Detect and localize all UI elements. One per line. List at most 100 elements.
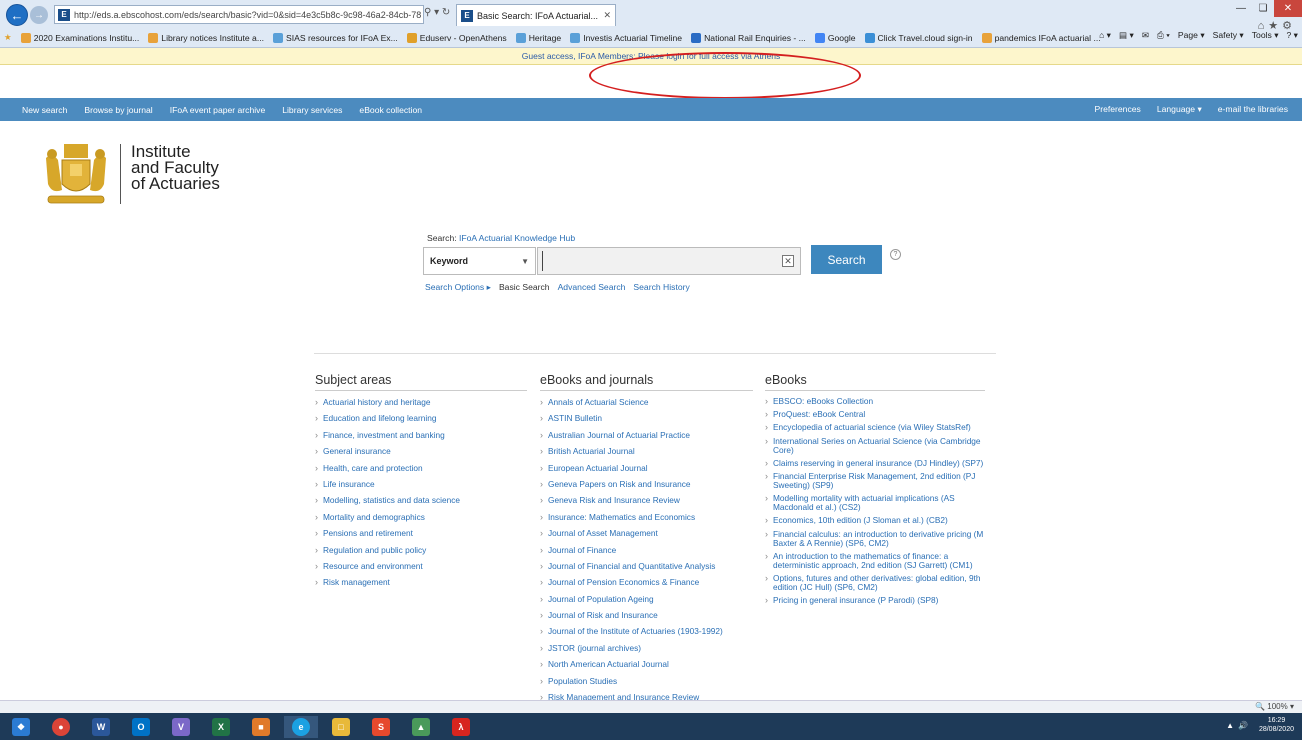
feeds-icon[interactable]: ▤ ▾ [1119,30,1134,41]
list-item[interactable]: Journal of Risk and Insurance [540,610,753,620]
search-history-link[interactable]: Search History [633,282,689,293]
help-menu-icon[interactable]: ? ▾ [1287,30,1298,41]
list-item[interactable]: International Series on Actuarial Scienc… [765,436,985,455]
taskbar-acrobat[interactable]: λ [444,716,478,738]
list-item[interactable]: Regulation and public policy [315,545,527,555]
list-item[interactable]: ProQuest: eBook Central [765,410,985,420]
forward-button[interactable]: → [30,6,48,24]
back-button[interactable]: ← [6,4,28,26]
favorite-link[interactable]: 2020 Examinations Institu... [20,32,139,43]
ifoa-logo[interactable]: Institute and Faculty of Actuaries [40,138,240,210]
favorites-star-icon[interactable]: ★ [4,32,12,43]
command-menu[interactable]: Page ▾ [1178,30,1205,41]
nav-email-libraries[interactable]: e-mail the libraries [1218,104,1288,115]
mail-icon[interactable]: ✉ [1142,30,1149,41]
taskbar-excel[interactable]: X [204,716,238,738]
favorite-link[interactable]: SIAS resources for IFoA Ex... [273,32,398,43]
list-item[interactable]: British Actuarial Journal [540,446,753,456]
list-item[interactable]: Population Studies [540,676,753,686]
favorite-link[interactable]: Google [814,32,856,43]
favorite-link[interactable]: Investis Actuarial Timeline [570,32,682,43]
taskbar-word[interactable]: W [84,716,118,738]
search-button[interactable]: Search [811,245,882,274]
list-item[interactable]: Journal of Asset Management [540,528,753,538]
address-bar[interactable]: E http://eds.a.ebscohost.com/eds/search/… [54,5,424,24]
nav-event-paper-archive[interactable]: IFoA event paper archive [170,105,266,115]
favorite-link[interactable]: Eduserv - OpenAthens [406,32,507,43]
list-item[interactable]: Health, care and protection [315,463,527,473]
list-item[interactable]: Journal of Finance [540,545,753,555]
print-icon[interactable]: ⎙ ▾ [1157,30,1170,41]
zoom-level[interactable]: 🔍 100% ▾ [1255,702,1294,711]
taskbar-outlook[interactable]: O [124,716,158,738]
restore-button[interactable]: ❏ [1252,0,1274,17]
list-item[interactable]: Financial Enterprise Risk Management, 2n… [765,471,985,490]
list-item[interactable]: Journal of Population Ageing [540,594,753,604]
list-item[interactable]: Australian Journal of Actuarial Practice [540,430,753,440]
list-item[interactable]: Actuarial history and heritage [315,397,527,407]
list-item[interactable]: Geneva Risk and Insurance Review [540,495,753,505]
nav-ebook-collection[interactable]: eBook collection [359,105,422,115]
list-item[interactable]: Claims reserving in general insurance (D… [765,458,985,468]
help-icon[interactable]: ? [890,249,901,260]
list-item[interactable]: Journal of the Institute of Actuaries (1… [540,626,753,636]
taskbar-file-explorer[interactable]: □ [324,716,358,738]
list-item[interactable]: Education and lifelong learning [315,413,527,423]
browser-tab[interactable]: E Basic Search: IFoA Actuarial... ✕ [456,4,616,26]
nav-library-services[interactable]: Library services [282,105,342,115]
taskbar-clock[interactable]: 16:29 28/08/2020 [1259,716,1294,734]
list-item[interactable]: Insurance: Mathematics and Economics [540,512,753,522]
list-item[interactable]: Financial calculus: an introduction to d… [765,529,985,548]
search-input[interactable] [542,251,772,271]
list-item[interactable]: European Actuarial Journal [540,463,753,473]
tab-close-icon[interactable]: ✕ [603,10,611,21]
search-field-select[interactable]: Keyword ▼ [423,247,536,275]
list-item[interactable]: Economics, 10th edition (J Sloman et al.… [765,516,985,526]
list-item[interactable]: Journal of Pension Economics & Finance [540,577,753,587]
command-menu[interactable]: Safety ▾ [1213,30,1244,41]
favorite-link[interactable]: pandemics IFoA actuarial ... [981,32,1101,43]
start-button[interactable]: ❖ [4,716,38,738]
home-icon[interactable]: ⌂ ▾ [1099,30,1111,41]
system-tray-icons[interactable]: ▲🔊 [1226,721,1252,730]
list-item[interactable]: Options, futures and other derivatives: … [765,573,985,592]
list-item[interactable]: JSTOR (journal archives) [540,643,753,653]
favorite-link[interactable]: Click Travel.cloud sign-in [864,32,973,43]
nav-browse-by-journal[interactable]: Browse by journal [84,105,152,115]
list-item[interactable]: Journal of Financial and Quantitative An… [540,561,753,571]
list-item[interactable]: ASTIN Bulletin [540,413,753,423]
minimize-button[interactable]: — [1230,0,1252,17]
list-item[interactable]: Pricing in general insurance (P Parodi) … [765,596,985,606]
basic-search-link[interactable]: Basic Search [499,282,550,293]
search-refresh-icons[interactable]: ⚲ ▾ ↻ [424,7,450,18]
list-item[interactable]: Life insurance [315,479,527,489]
advanced-search-link[interactable]: Advanced Search [558,282,626,293]
nav-preferences[interactable]: Preferences [1095,104,1141,115]
list-item[interactable]: Resource and environment [315,561,527,571]
list-item[interactable]: Annals of Actuarial Science [540,397,753,407]
favorite-link[interactable]: Library notices Institute a... [148,32,264,43]
favorite-link[interactable]: National Rail Enquiries - ... [691,32,806,43]
list-item[interactable]: Modelling, statistics and data science [315,495,527,505]
list-item[interactable]: Pensions and retirement [315,528,527,538]
list-item[interactable]: Mortality and demographics [315,512,527,522]
taskbar-visio[interactable]: V [164,716,198,738]
search-options-link[interactable]: Search Options ▸ [425,282,491,293]
taskbar-ie[interactable]: e [284,716,318,738]
list-item[interactable]: North American Actuarial Journal [540,659,753,669]
clear-icon[interactable]: ✕ [782,255,794,267]
list-item[interactable]: Modelling mortality with actuarial impli… [765,494,985,512]
guest-access-banner[interactable]: Guest access, IFoA Members: Please login… [0,48,1302,65]
list-item[interactable]: Finance, investment and banking [315,430,527,440]
list-item[interactable]: Geneva Papers on Risk and Insurance [540,479,753,489]
favorite-link[interactable]: Heritage [515,32,561,43]
list-item[interactable]: An introduction to the mathematics of fi… [765,551,985,570]
list-item[interactable]: General insurance [315,446,527,456]
close-window-button[interactable]: ✕ [1274,0,1302,17]
list-item[interactable]: Encyclopedia of actuarial science (via W… [765,423,985,433]
search-database-link[interactable]: IFoA Actuarial Knowledge Hub [459,233,575,243]
nav-new-search[interactable]: New search [22,105,67,115]
nav-language[interactable]: Language ▾ [1157,104,1202,115]
taskbar-chrome[interactable]: ● [44,716,78,738]
list-item[interactable]: EBSCO: eBooks Collection [765,397,985,407]
